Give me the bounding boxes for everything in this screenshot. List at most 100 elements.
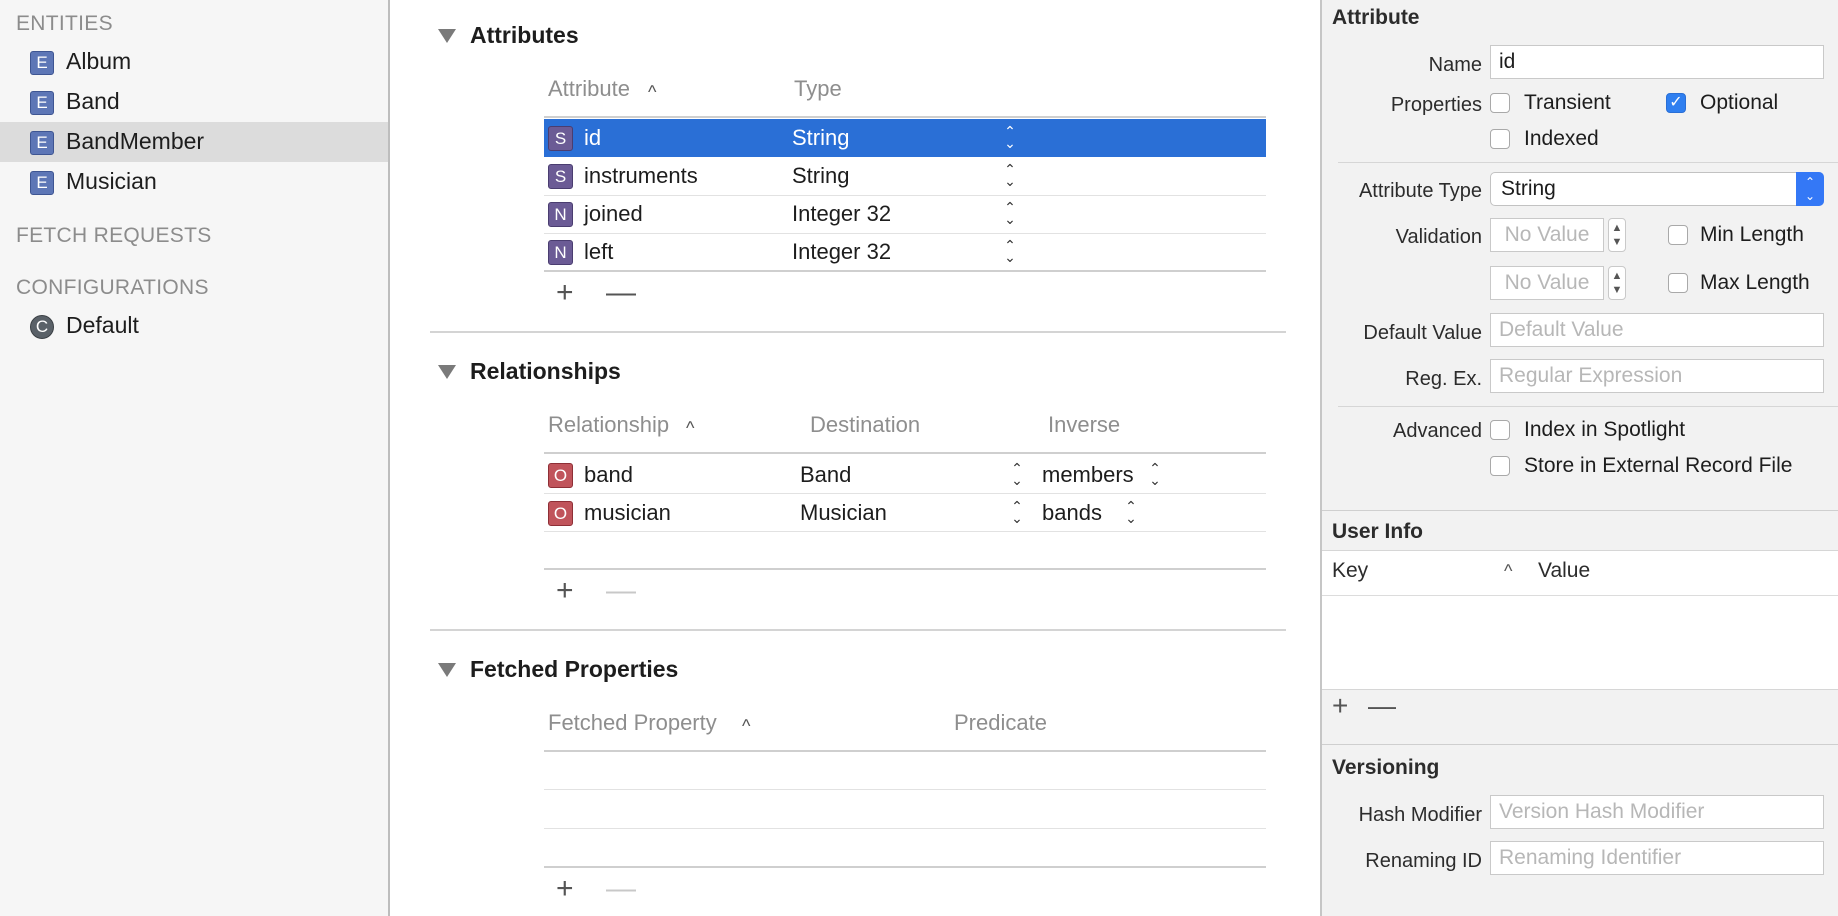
attribute-name[interactable]: instruments <box>584 163 698 189</box>
user-info-table[interactable]: Key ^ Value <box>1322 550 1838 690</box>
attribute-type-popup[interactable]: String ⌃ ⌄ <box>1490 172 1824 206</box>
regex-field[interactable]: Regular Expression <box>1490 359 1824 393</box>
store-external-label: Store in External Record File <box>1524 454 1793 477</box>
attribute-type[interactable]: String <box>792 125 849 151</box>
disclosure-triangle-icon[interactable] <box>438 365 456 379</box>
attribute-row-left[interactable]: N left Integer 32 ⌃ ⌄ <box>544 233 1266 271</box>
inspector-divider <box>1322 510 1838 511</box>
relationship-inverse[interactable]: bands <box>1042 500 1102 526</box>
inspector-divider <box>1338 162 1838 163</box>
relationship-row-band[interactable]: O band Band ⌃ ⌄ members ⌃ ⌄ <box>544 456 1266 494</box>
predicate-column-header[interactable]: Predicate <box>954 710 1047 736</box>
renaming-id-field[interactable]: Renaming Identifier <box>1490 841 1824 875</box>
destination-column-header[interactable]: Destination <box>810 412 920 438</box>
index-spotlight-checkbox[interactable] <box>1490 420 1510 440</box>
attribute-name[interactable]: id <box>584 125 601 151</box>
type-popup-arrows-icon[interactable]: ⌃ ⌄ <box>1003 238 1017 264</box>
attribute-row-id[interactable]: S id String ⌃ ⌄ <box>544 119 1266 157</box>
add-user-info-button[interactable]: + <box>1332 690 1348 722</box>
destination-popup-arrows-icon[interactable]: ⌃ ⌄ <box>1010 499 1024 525</box>
relationship-name[interactable]: musician <box>584 500 671 526</box>
disclosure-triangle-icon[interactable] <box>438 663 456 677</box>
relationship-destination[interactable]: Musician <box>800 500 887 526</box>
versioning-header: Versioning <box>1332 756 1440 779</box>
attribute-name[interactable]: left <box>584 239 613 265</box>
sidebar-item-bandmember[interactable]: E BandMember <box>0 122 388 162</box>
row-divider <box>544 789 1266 790</box>
min-length-label: Min Length <box>1700 223 1804 246</box>
key-column-header[interactable]: Key <box>1332 559 1368 583</box>
relationship-name[interactable]: band <box>584 462 633 488</box>
type-column-header[interactable]: Type <box>794 76 842 102</box>
attribute-type[interactable]: Integer 32 <box>792 239 891 265</box>
default-value-field[interactable]: Default Value <box>1490 313 1824 347</box>
remove-user-info-button[interactable]: — <box>1368 690 1396 722</box>
sort-ascending-icon: ^ <box>686 418 695 438</box>
data-model-inspector: Attribute Name id Properties Transient ✓… <box>1320 0 1838 916</box>
type-popup-arrows-icon[interactable]: ⌃ ⌄ <box>1003 124 1017 150</box>
max-length-stepper[interactable]: ▲ ▼ <box>1608 266 1626 300</box>
min-length-field[interactable]: No Value <box>1490 218 1604 252</box>
fetched-property-column-header[interactable]: Fetched Property <box>548 710 717 736</box>
number-type-icon: N <box>548 240 573 265</box>
attribute-type[interactable]: String <box>792 163 849 189</box>
model-editor: Attributes Attribute ^ Type S id String … <box>390 0 1320 916</box>
optional-checkbox[interactable]: ✓ <box>1666 93 1686 113</box>
sidebar-item-musician[interactable]: E Musician <box>0 162 388 202</box>
sidebar-item-album[interactable]: E Album <box>0 42 388 82</box>
attribute-row-instruments[interactable]: S instruments String ⌃ ⌄ <box>544 157 1266 195</box>
transient-checkbox[interactable] <box>1490 93 1510 113</box>
attribute-type-value: String <box>1501 177 1556 200</box>
min-length-checkbox[interactable] <box>1668 225 1688 245</box>
remove-relationship-button[interactable]: — <box>606 574 636 608</box>
configuration-icon: C <box>30 315 54 339</box>
remove-fetched-property-button[interactable]: — <box>606 872 636 906</box>
relationship-row-musician[interactable]: O musician Musician ⌃ ⌄ bands ⌃ ⌄ <box>544 494 1266 532</box>
attribute-row-joined[interactable]: N joined Integer 32 ⌃ ⌄ <box>544 195 1266 233</box>
entity-icon: E <box>30 91 54 115</box>
optional-label: Optional <box>1700 91 1779 114</box>
inverse-popup-arrows-icon[interactable]: ⌃ ⌄ <box>1148 461 1162 487</box>
relationship-destination[interactable]: Band <box>800 462 851 488</box>
max-length-checkbox[interactable] <box>1668 273 1688 293</box>
indexed-checkbox[interactable] <box>1490 129 1510 149</box>
type-popup-arrows-icon[interactable]: ⌃ ⌄ <box>1003 162 1017 188</box>
row-divider <box>544 828 1266 829</box>
entity-icon: E <box>30 51 54 75</box>
sidebar-item-band[interactable]: E Band <box>0 82 388 122</box>
remove-attribute-button[interactable]: — <box>606 276 636 310</box>
relationship-column-header[interactable]: Relationship <box>548 412 669 438</box>
fetched-properties-section-title: Fetched Properties <box>470 656 679 682</box>
string-type-icon: S <box>548 164 573 189</box>
max-length-label: Max Length <box>1700 271 1810 294</box>
type-popup-arrows-icon[interactable]: ⌃ ⌄ <box>1003 200 1017 226</box>
hash-modifier-field[interactable]: Version Hash Modifier <box>1490 795 1824 829</box>
destination-popup-arrows-icon[interactable]: ⌃ ⌄ <box>1010 461 1024 487</box>
relationship-inverse[interactable]: members <box>1042 462 1134 488</box>
entity-sidebar: ENTITIES E Album E Band E BandMember E M… <box>0 0 390 916</box>
sidebar-item-default[interactable]: C Default <box>0 306 388 346</box>
value-column-header[interactable]: Value <box>1538 559 1590 583</box>
inverse-column-header[interactable]: Inverse <box>1048 412 1120 438</box>
disclosure-triangle-icon[interactable] <box>438 29 456 43</box>
store-external-checkbox[interactable] <box>1490 456 1510 476</box>
add-attribute-button[interactable]: + <box>556 276 574 310</box>
attribute-name[interactable]: joined <box>584 201 643 227</box>
attribute-type[interactable]: Integer 32 <box>792 201 891 227</box>
name-field[interactable]: id <box>1490 45 1824 79</box>
max-length-field[interactable]: No Value <box>1490 266 1604 300</box>
table-footer-divider <box>544 866 1266 868</box>
inverse-popup-arrows-icon[interactable]: ⌃ ⌄ <box>1124 499 1138 525</box>
inspector-divider <box>1322 744 1838 745</box>
user-info-header: User Info <box>1332 520 1424 543</box>
row-divider <box>544 531 1266 532</box>
min-length-stepper[interactable]: ▲ ▼ <box>1608 218 1626 252</box>
properties-label: Properties <box>1390 94 1482 116</box>
entity-icon: E <box>30 131 54 155</box>
configurations-header: CONFIGURATIONS <box>16 276 209 299</box>
add-relationship-button[interactable]: + <box>556 574 574 608</box>
popup-arrows-icon: ⌃ ⌄ <box>1796 172 1824 206</box>
attribute-column-header[interactable]: Attribute <box>548 76 630 102</box>
entity-icon: E <box>30 171 54 195</box>
add-fetched-property-button[interactable]: + <box>556 872 574 906</box>
